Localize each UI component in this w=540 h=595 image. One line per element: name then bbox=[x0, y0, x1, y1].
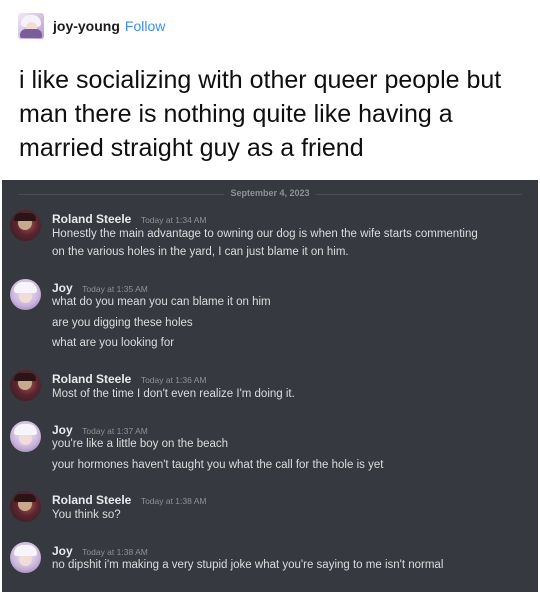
message-line: no dipshit i'm making a very stupid joke… bbox=[52, 559, 444, 571]
message-line: your hormones haven't taught you what th… bbox=[52, 459, 384, 471]
author-name[interactable]: Roland Steele bbox=[52, 493, 131, 507]
blog-avatar[interactable] bbox=[18, 13, 44, 39]
timestamp: Today at 1:35 AM bbox=[82, 284, 148, 294]
date-divider-label: September 4, 2023 bbox=[224, 188, 316, 198]
message-line: what are you looking for bbox=[52, 337, 175, 349]
message-line: you're like a little boy on the beach bbox=[52, 438, 229, 450]
avatar[interactable] bbox=[10, 421, 41, 452]
follow-button[interactable]: Follow bbox=[125, 18, 165, 34]
message-header: Joy Today at 1:38 AM bbox=[52, 542, 148, 560]
author-name[interactable]: Joy bbox=[52, 423, 73, 437]
message-line: on the various holes in the yard, I can … bbox=[52, 246, 349, 258]
avatar[interactable] bbox=[10, 542, 41, 573]
message-header: Joy Today at 1:35 AM bbox=[52, 279, 148, 297]
message-line: are you digging these holes bbox=[52, 317, 193, 329]
timestamp: Today at 1:38 AM bbox=[82, 547, 148, 557]
message-header: Roland Steele Today at 1:34 AM bbox=[52, 210, 207, 228]
chat-screenshot: September 4, 2023 Roland Steele Today at… bbox=[2, 180, 538, 592]
message-header: Joy Today at 1:37 AM bbox=[52, 421, 148, 439]
timestamp: Today at 1:34 AM bbox=[140, 215, 207, 225]
author-name[interactable]: Roland Steele bbox=[52, 372, 131, 386]
author-name[interactable]: Joy bbox=[52, 281, 73, 295]
message-line: You think so? bbox=[52, 509, 121, 521]
avatar[interactable] bbox=[10, 210, 41, 241]
post-header: joy-young Follow bbox=[18, 13, 165, 39]
timestamp: Today at 1:38 AM bbox=[140, 496, 207, 506]
avatar-accent bbox=[20, 29, 42, 38]
blog-username[interactable]: joy-young bbox=[53, 18, 120, 34]
message-header: Roland Steele Today at 1:36 AM bbox=[52, 370, 207, 388]
message-line: Honestly the main advantage to owning ou… bbox=[52, 228, 478, 240]
avatar[interactable] bbox=[10, 491, 41, 522]
message-header: Roland Steele Today at 1:38 AM bbox=[52, 491, 207, 509]
author-name[interactable]: Roland Steele bbox=[52, 212, 131, 226]
timestamp: Today at 1:37 AM bbox=[82, 426, 148, 436]
message-line: Most of the time I don't even realize I'… bbox=[52, 388, 295, 400]
date-divider: September 4, 2023 bbox=[18, 188, 522, 198]
avatar[interactable] bbox=[10, 370, 41, 401]
timestamp: Today at 1:36 AM bbox=[140, 375, 207, 385]
post-text: i like socializing with other queer peop… bbox=[19, 66, 502, 162]
message-line: what do you mean you can blame it on him bbox=[52, 296, 271, 308]
avatar[interactable] bbox=[10, 279, 41, 310]
author-name[interactable]: Joy bbox=[52, 544, 73, 558]
